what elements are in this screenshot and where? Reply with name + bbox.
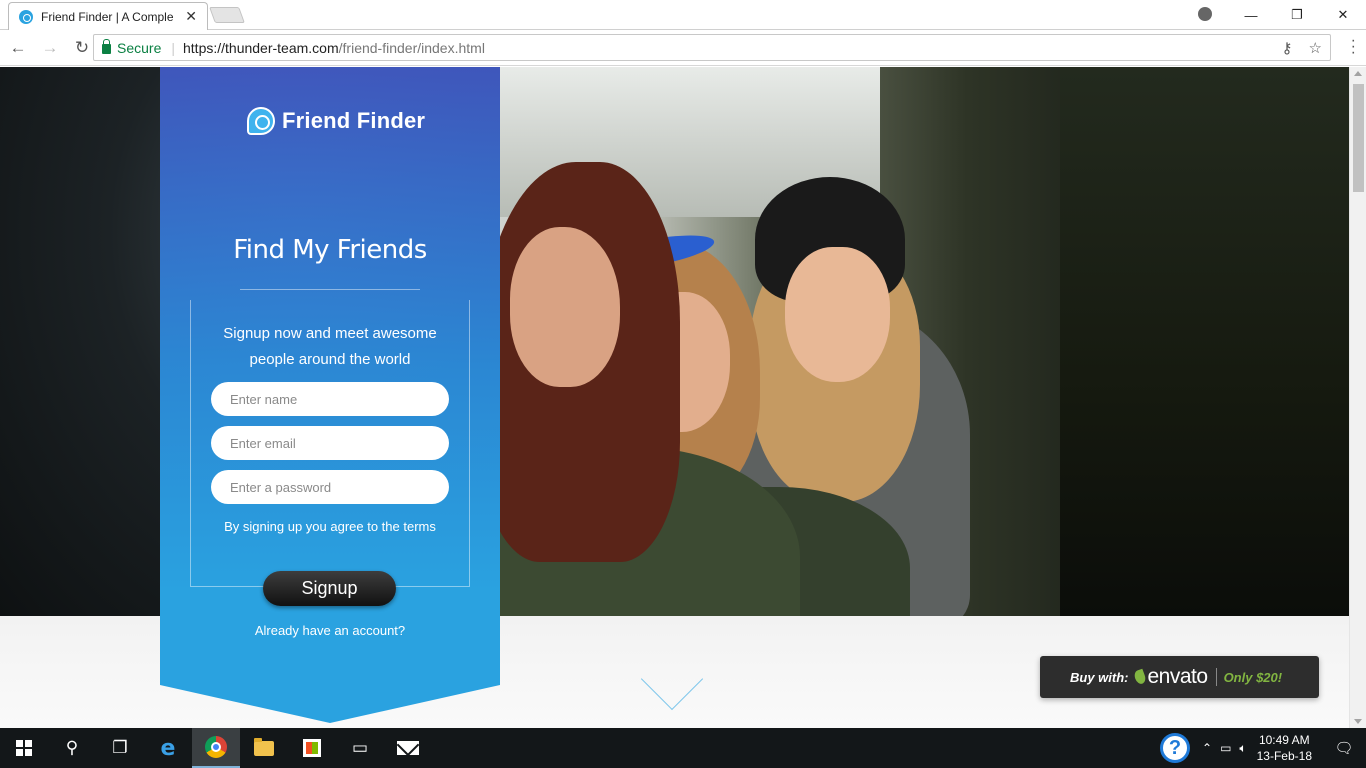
tagline-line-1: Signup now and meet awesome [223, 325, 437, 342]
system-tray: ? ⌃ ▭ 🔈︎ 10:49 AM 13-Feb-18 🗨︎ [1160, 728, 1366, 768]
bookmark-star-icon[interactable]: ☆ [1309, 39, 1322, 57]
tab-close-icon[interactable]: ✕ [185, 8, 197, 25]
email-input[interactable] [211, 426, 449, 460]
signup-button[interactable]: Signup [263, 571, 396, 606]
mail-icon[interactable] [384, 728, 432, 768]
omnibox-actions: ⚷ ☆ [1282, 39, 1322, 57]
browser-tab-bar: Friend Finder | A Comple ✕ — ❐ ✕ [0, 0, 1366, 30]
envato-buy-badge[interactable]: Buy with: envato Only $20! [1040, 656, 1319, 698]
price-label: Only $20! [1223, 669, 1283, 685]
action-center-icon[interactable]: 🗨︎ [1322, 739, 1366, 757]
scroll-up-arrow-icon[interactable] [1354, 71, 1362, 76]
forward-arrow-icon[interactable]: → [36, 38, 64, 58]
chrome-browser-icon[interactable] [192, 728, 240, 768]
reload-icon[interactable]: ↻ [68, 38, 96, 58]
profile-icon[interactable] [1182, 6, 1228, 24]
tab-title: Friend Finder | A Comple [41, 9, 174, 24]
tagline-line-2: people around the world [249, 351, 411, 368]
browser-tab[interactable]: Friend Finder | A Comple ✕ [8, 2, 208, 30]
close-window-button[interactable]: ✕ [1320, 7, 1366, 23]
windows-taskbar: ⚲ ❐ e ▭ ? ⌃ ▭ 🔈︎ 10:49 AM 13-Feb-18 🗨︎ [0, 728, 1366, 768]
friend-finder-favicon-icon [19, 9, 33, 24]
envato-leaf-icon [1132, 668, 1147, 686]
smiley-chat-icon [247, 107, 275, 135]
minimize-button[interactable]: — [1228, 8, 1274, 23]
page-scrollbar[interactable] [1349, 67, 1366, 728]
start-button[interactable] [0, 728, 48, 768]
buy-with-label: Buy with: [1070, 669, 1129, 685]
badge-divider [1215, 668, 1217, 686]
task-view-icon[interactable]: ❐ [96, 728, 144, 768]
terms-link[interactable]: By signing up you agree to the terms [160, 519, 500, 534]
maximize-button[interactable]: ❐ [1274, 7, 1320, 23]
signup-tagline: Signup now and meet awesome people aroun… [160, 321, 500, 373]
signup-panel: Friend Finder Find My Friends Signup now… [160, 67, 500, 723]
battery-icon[interactable]: ▭ [1220, 741, 1231, 755]
login-link[interactable]: Already have an account? [160, 623, 500, 638]
show-hidden-icons-chevron-icon[interactable]: ⌃ [1202, 741, 1212, 755]
back-arrow-icon[interactable]: ← [4, 38, 32, 58]
store-icon[interactable] [288, 728, 336, 768]
system-clock[interactable]: 10:49 AM 13-Feb-18 [1257, 732, 1312, 764]
volume-icon[interactable]: 🔈︎ [1239, 741, 1246, 756]
brand-name: Friend Finder [282, 108, 426, 133]
window-controls: — ❐ ✕ [1182, 0, 1366, 30]
key-icon[interactable]: ⚷ [1282, 39, 1293, 57]
connect-device-icon[interactable]: ▭ [336, 728, 384, 768]
clock-time: 10:49 AM [1258, 733, 1310, 747]
help-icon[interactable]: ? [1160, 733, 1191, 763]
scrollbar-thumb[interactable] [1353, 84, 1364, 192]
browser-menu-icon[interactable]: · · · [1351, 33, 1356, 61]
title-divider [240, 289, 420, 290]
edge-browser-icon[interactable]: e [144, 728, 192, 768]
page-viewport: Friend Finder Find My Friends Signup now… [0, 67, 1349, 728]
browser-toolbar: ← → ↻ Secure | https://thunder-team.com … [0, 30, 1366, 66]
new-tab-button[interactable] [209, 7, 245, 23]
url-separator: | [171, 39, 175, 56]
address-bar[interactable]: Secure | https://thunder-team.com /frien… [93, 34, 1331, 61]
secure-label[interactable]: Secure [117, 40, 161, 56]
password-input[interactable] [211, 470, 449, 504]
envato-wordmark: envato [1147, 665, 1209, 688]
brand-logo[interactable]: Friend Finder [247, 107, 425, 135]
url-path[interactable]: /friend-finder/index.html [339, 40, 485, 56]
hero-photo-friends [500, 67, 1349, 616]
lock-icon[interactable] [102, 38, 111, 54]
file-explorer-icon[interactable] [240, 728, 288, 768]
search-icon[interactable]: ⚲ [48, 728, 96, 768]
windows-logo-icon [16, 740, 32, 756]
scroll-down-arrow-icon[interactable] [1354, 719, 1362, 724]
name-input[interactable] [211, 382, 449, 416]
url-host[interactable]: https://thunder-team.com [183, 40, 339, 56]
clock-date: 13-Feb-18 [1256, 749, 1312, 763]
page-title: Find My Friends [233, 235, 427, 265]
